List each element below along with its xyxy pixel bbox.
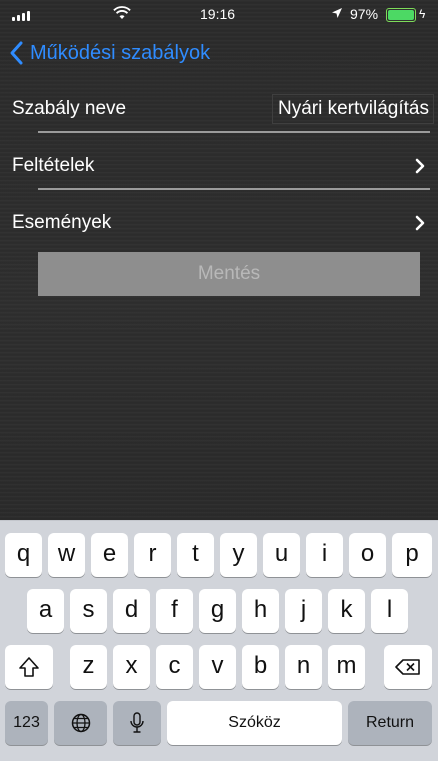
- divider: [38, 131, 430, 133]
- microphone-icon: [130, 712, 144, 733]
- key-g[interactable]: g: [199, 589, 236, 633]
- shift-icon: [19, 657, 39, 677]
- navigation-bar: Működési szabályok: [0, 32, 438, 76]
- key-p[interactable]: p: [392, 533, 432, 577]
- key-h[interactable]: h: [242, 589, 279, 633]
- key-n[interactable]: n: [285, 645, 322, 689]
- key-d[interactable]: d: [113, 589, 150, 633]
- wifi-icon: [113, 6, 131, 19]
- space-key[interactable]: Szóköz: [167, 701, 342, 745]
- events-row[interactable]: Események: [0, 201, 438, 245]
- globe-key[interactable]: [54, 701, 107, 745]
- chevron-right-icon: [415, 158, 425, 174]
- key-z[interactable]: z: [70, 645, 107, 689]
- conditions-label: Feltételek: [12, 155, 95, 176]
- rule-name-row: Szabály neve Nyári kertvilágítás: [0, 87, 438, 131]
- chevron-left-icon: [10, 41, 23, 65]
- key-a[interactable]: a: [27, 589, 64, 633]
- key-k[interactable]: k: [328, 589, 365, 633]
- battery-charging-icon: ϟ: [386, 7, 425, 22]
- key-w[interactable]: w: [48, 533, 85, 577]
- events-label: Események: [12, 212, 112, 233]
- key-j[interactable]: j: [285, 589, 322, 633]
- status-bar: 19:16 97% ϟ: [0, 0, 438, 30]
- numbers-key[interactable]: 123: [5, 701, 48, 745]
- save-button[interactable]: Mentés: [38, 252, 420, 296]
- signal-icon: [12, 11, 30, 21]
- key-s[interactable]: s: [70, 589, 107, 633]
- chevron-right-icon: [415, 215, 425, 231]
- key-e[interactable]: e: [91, 533, 128, 577]
- globe-icon: [71, 713, 90, 733]
- dictation-key[interactable]: [113, 701, 161, 745]
- backspace-icon: [395, 659, 420, 675]
- key-v[interactable]: v: [199, 645, 236, 689]
- key-i[interactable]: i: [306, 533, 343, 577]
- back-button[interactable]: Működési szabályok: [6, 40, 210, 66]
- key-r[interactable]: r: [134, 533, 171, 577]
- rule-name-field[interactable]: Nyári kertvilágítás: [272, 94, 434, 124]
- status-time: 19:16: [200, 6, 236, 22]
- key-q[interactable]: q: [5, 533, 42, 577]
- key-m[interactable]: m: [328, 645, 365, 689]
- rule-name-label: Szabály neve: [12, 98, 127, 119]
- key-u[interactable]: u: [263, 533, 300, 577]
- key-o[interactable]: o: [349, 533, 386, 577]
- key-l[interactable]: l: [371, 589, 408, 633]
- key-t[interactable]: t: [177, 533, 214, 577]
- keyboard: q w e r t y u i o p a s d f g h j k l z …: [0, 520, 438, 761]
- screen: 19:16 97% ϟ Működési szabályok Szabály n…: [0, 0, 438, 761]
- key-x[interactable]: x: [113, 645, 150, 689]
- location-arrow-icon: [332, 8, 342, 18]
- key-y[interactable]: y: [220, 533, 257, 577]
- conditions-row[interactable]: Feltételek: [0, 144, 438, 188]
- shift-key[interactable]: [5, 645, 53, 689]
- divider: [38, 188, 430, 190]
- return-key[interactable]: Return: [348, 701, 432, 745]
- key-f[interactable]: f: [156, 589, 193, 633]
- backspace-key[interactable]: [384, 645, 432, 689]
- battery-percent: 97%: [350, 6, 379, 22]
- key-b[interactable]: b: [242, 645, 279, 689]
- back-button-label: Működési szabályok: [30, 41, 211, 64]
- key-c[interactable]: c: [156, 645, 193, 689]
